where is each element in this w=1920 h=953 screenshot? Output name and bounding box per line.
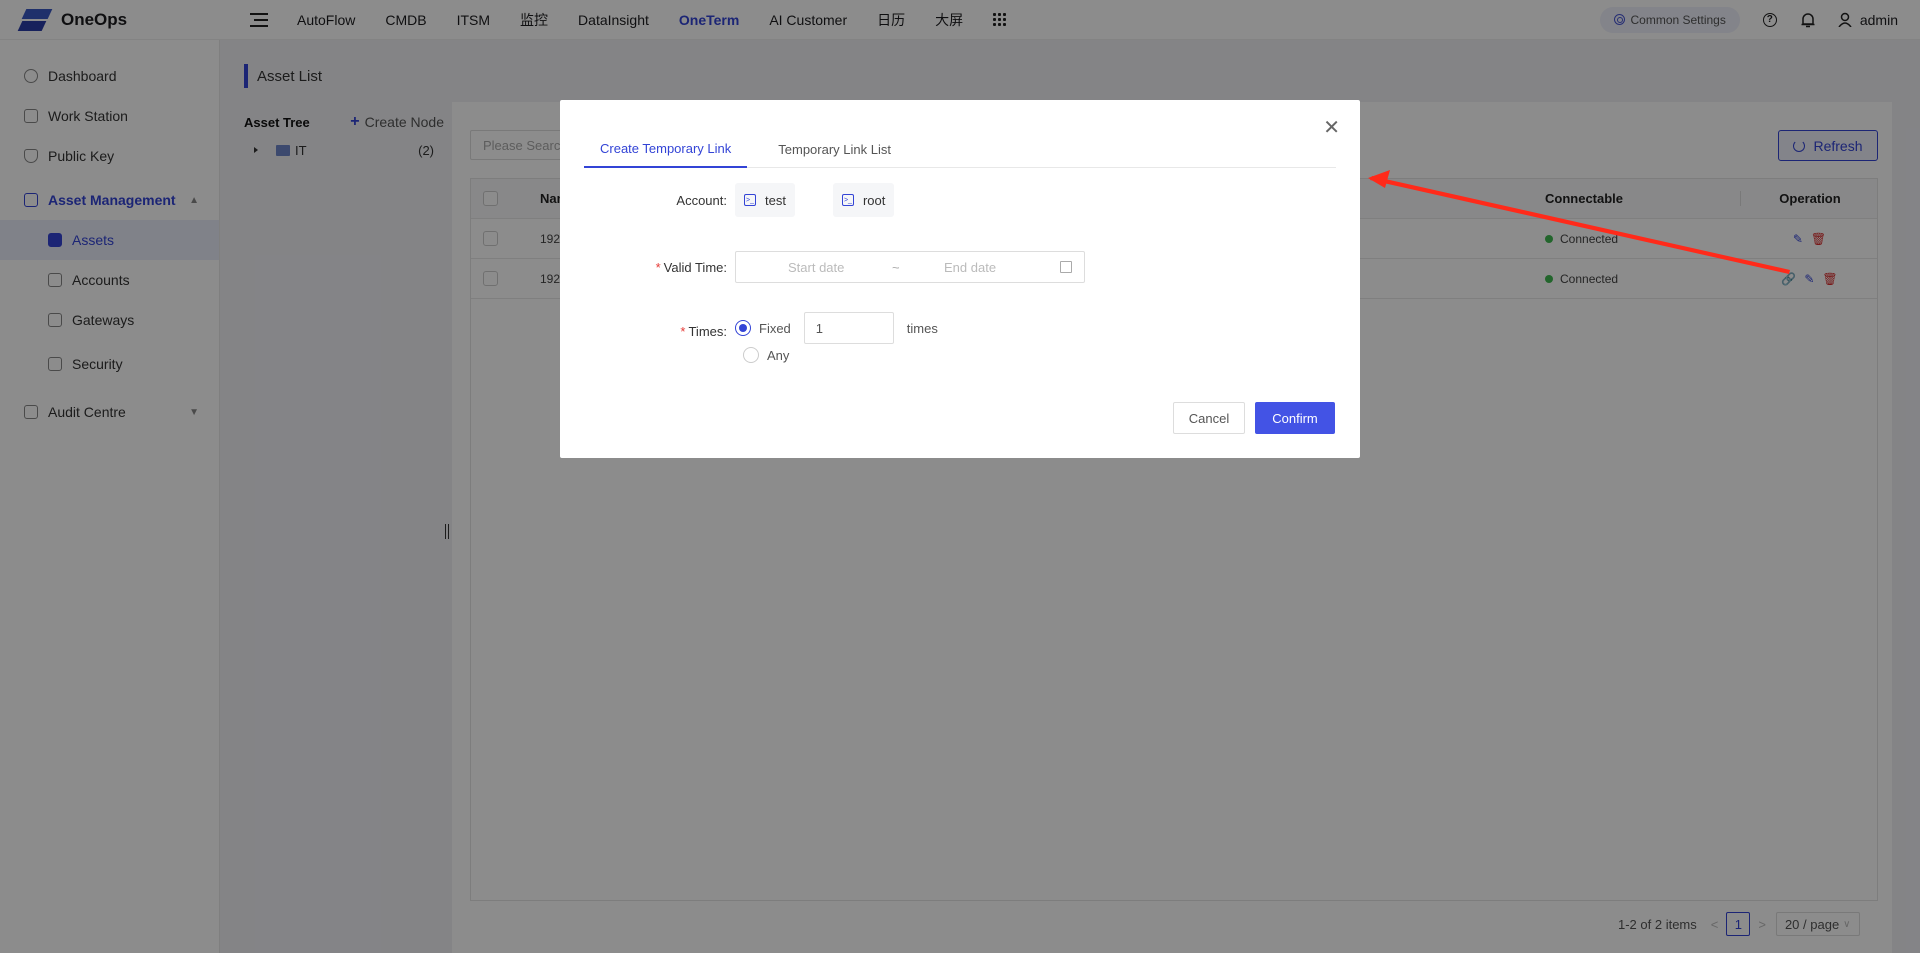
range-separator: ~ <box>892 259 900 275</box>
valid-time-label: * Valid Time: <box>655 259 727 275</box>
date-range-picker[interactable]: Start date ~ End date <box>735 251 1085 283</box>
any-option: Any <box>743 347 789 363</box>
times-row: * Times: Fixed 1 times <box>560 312 938 344</box>
account-chip-root[interactable]: >_ root <box>832 183 895 217</box>
temporary-link-modal: ✕ Create Temporary Link Temporary Link L… <box>560 100 1360 458</box>
confirm-button[interactable]: Confirm <box>1255 402 1335 434</box>
valid-time-label-text: Valid Time: <box>663 259 727 275</box>
valid-time-row: * Valid Time: Start date ~ End date <box>560 251 1085 283</box>
account-name: root <box>862 192 886 208</box>
times-label: * Times: <box>680 323 727 339</box>
cancel-button[interactable]: Cancel <box>1173 402 1245 434</box>
calendar-icon <box>1060 261 1072 273</box>
account-chip-test[interactable]: >_ test <box>735 183 795 217</box>
end-date-input[interactable]: End date <box>944 260 996 275</box>
tab-create-temporary-link[interactable]: Create Temporary Link <box>584 130 748 168</box>
times-label-text: Times: <box>688 323 727 339</box>
account-name: test <box>765 192 786 208</box>
modal-tabs: Create Temporary Link Temporary Link Lis… <box>584 130 1336 168</box>
times-count-input[interactable]: 1 <box>803 312 894 344</box>
terminal-icon: >_ <box>841 194 854 206</box>
tab-temporary-link-list[interactable]: Temporary Link List <box>762 130 907 168</box>
times-suffix: times <box>906 320 938 336</box>
account-row: Account: >_ test >_ root <box>560 183 932 217</box>
any-radio[interactable] <box>743 347 759 363</box>
any-radio-label: Any <box>767 347 790 363</box>
fixed-radio-label: Fixed <box>759 320 791 336</box>
fixed-radio[interactable] <box>735 320 751 336</box>
start-date-input[interactable]: Start date <box>788 260 844 275</box>
terminal-icon: >_ <box>744 194 756 206</box>
account-label: Account: <box>676 192 727 208</box>
